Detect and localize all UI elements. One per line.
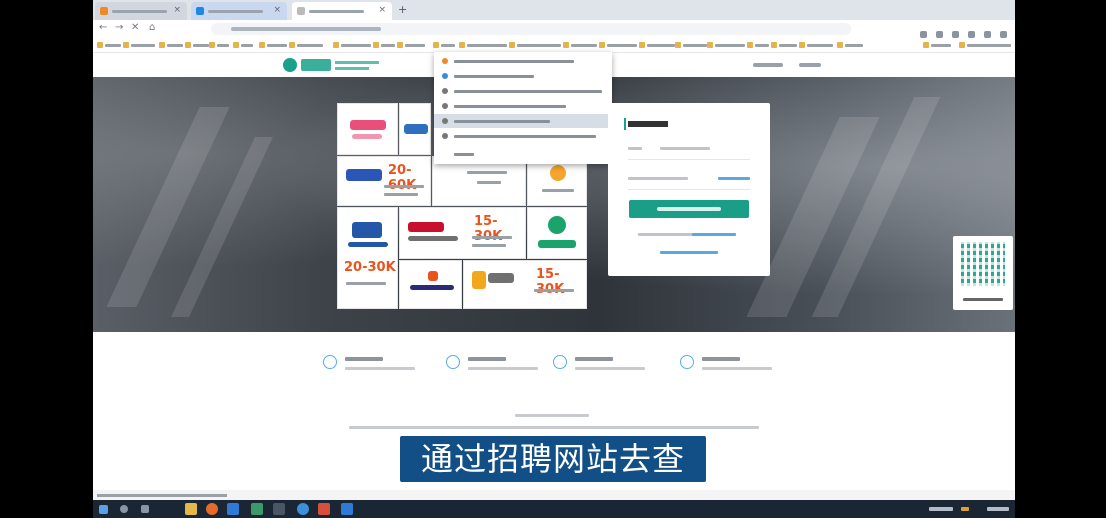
taskbar-app-icon[interactable]	[341, 503, 353, 515]
back-icon[interactable]: ←	[99, 22, 107, 33]
close-tab-icon[interactable]: ×	[378, 5, 386, 15]
bookmark-item[interactable]	[563, 42, 597, 48]
site-logo[interactable]	[283, 57, 381, 73]
bookmark-item[interactable]	[333, 42, 371, 48]
bookmark-item[interactable]	[599, 42, 637, 48]
phone-input[interactable]	[660, 147, 710, 150]
bookmark-item[interactable]	[459, 42, 507, 48]
tab-favicon	[100, 7, 108, 15]
browser-tab-1[interactable]: ×	[95, 2, 187, 20]
browser-tab-2[interactable]: ×	[191, 2, 287, 20]
system-tray[interactable]	[929, 507, 953, 511]
header-link[interactable]	[799, 63, 821, 67]
home-icon[interactable]: ⌂	[149, 22, 155, 33]
company-logo-tile[interactable]	[527, 207, 587, 259]
task-view-icon[interactable]	[141, 505, 149, 513]
tray-icon[interactable]	[961, 507, 969, 511]
taskbar-app-icon[interactable]	[318, 503, 330, 515]
dropdown-item-selected[interactable]	[434, 114, 612, 128]
bookmark-item[interactable]	[837, 42, 863, 48]
bookmark-item[interactable]	[771, 42, 797, 48]
browser-status-bar	[93, 490, 1015, 500]
code-input[interactable]	[628, 177, 688, 180]
tab-favicon	[297, 7, 305, 15]
search-icon[interactable]	[120, 505, 128, 513]
bookmark-item[interactable]	[509, 42, 561, 48]
bookmark-item[interactable]	[209, 42, 229, 48]
get-code-link[interactable]	[718, 177, 750, 180]
dropdown-item[interactable]	[434, 99, 612, 113]
windows-taskbar	[93, 500, 1015, 518]
taskbar-app-icon[interactable]	[297, 503, 309, 515]
clock[interactable]	[987, 507, 1009, 511]
address-row: ← → ✕ ⌂	[93, 20, 1015, 39]
bookmark-item[interactable]	[675, 42, 707, 48]
bookmark-item[interactable]	[707, 42, 745, 48]
close-tab-icon[interactable]: ×	[273, 5, 281, 15]
forward-icon[interactable]: →	[115, 22, 123, 33]
bookmark-folder-dropdown	[434, 52, 612, 164]
bookmarks-bar	[93, 38, 1015, 53]
bookmark-item[interactable]	[639, 42, 675, 48]
login-title	[628, 121, 668, 127]
bookmark-item[interactable]	[799, 42, 833, 48]
bookmark-item[interactable]	[233, 42, 253, 48]
url-bar[interactable]	[211, 23, 851, 35]
bookmark-item[interactable]	[959, 42, 1011, 48]
company-logo-tile[interactable]: 20-30K	[337, 207, 398, 309]
salary-tag: 20-60K	[388, 163, 416, 193]
dropdown-item[interactable]	[434, 84, 612, 98]
salary-tag: 15-30K	[474, 214, 502, 244]
bookmark-item[interactable]	[185, 42, 209, 48]
bookmark-item[interactable]	[289, 42, 323, 48]
bookmark-item[interactable]	[397, 42, 425, 48]
company-logo-tile[interactable]	[399, 260, 462, 309]
bookmark-item[interactable]	[159, 42, 183, 48]
header-link[interactable]	[753, 63, 783, 67]
company-logo-tile[interactable]: 20-60K	[337, 156, 431, 206]
firefox-icon[interactable]	[206, 503, 218, 515]
bookmark-item-open[interactable]	[433, 42, 455, 48]
login-card	[608, 103, 770, 276]
close-tab-icon[interactable]: ×	[173, 5, 181, 15]
login-button[interactable]	[629, 200, 749, 218]
browser-tab-strip: × × × +	[93, 0, 1015, 20]
bookmark-item[interactable]	[373, 42, 395, 48]
reload-icon[interactable]: ✕	[131, 22, 139, 33]
bookmark-item[interactable]	[747, 42, 769, 48]
password-login-link[interactable]	[660, 251, 718, 254]
bookmark-item[interactable]	[923, 42, 951, 48]
tab-favicon	[196, 7, 204, 15]
company-logo-tile[interactable]: 15-30K	[463, 260, 587, 309]
windows-start-icon[interactable]	[99, 505, 108, 514]
dropdown-item[interactable]	[434, 147, 612, 161]
qr-code-panel	[953, 236, 1013, 310]
video-subtitle: 通过招聘网站去查	[400, 436, 706, 482]
new-tab-icon[interactable]: +	[398, 3, 407, 16]
taskbar-app-icon[interactable]	[273, 503, 285, 515]
dropdown-item[interactable]	[434, 69, 612, 83]
salary-tag: 20-30K	[344, 260, 396, 275]
dropdown-item[interactable]	[434, 54, 612, 68]
dropdown-item[interactable]	[434, 129, 612, 143]
agreement-link[interactable]	[692, 233, 736, 236]
company-logo-tile[interactable]: 15-30K	[399, 207, 526, 259]
bookmark-item[interactable]	[259, 42, 287, 48]
bookmark-item[interactable]	[97, 42, 121, 48]
company-logo-tile[interactable]	[337, 103, 398, 155]
browser-tab-active[interactable]: ×	[292, 2, 392, 20]
taskbar-app-icon[interactable]	[251, 503, 263, 515]
subtitle-text: 通过招聘网站去查	[420, 440, 685, 478]
taskbar-app-icon[interactable]	[185, 503, 197, 515]
company-logo-tile[interactable]	[399, 103, 431, 155]
taskbar-app-icon[interactable]	[227, 503, 239, 515]
salary-tag: 15-30K	[536, 267, 564, 297]
bookmark-item[interactable]	[123, 42, 155, 48]
